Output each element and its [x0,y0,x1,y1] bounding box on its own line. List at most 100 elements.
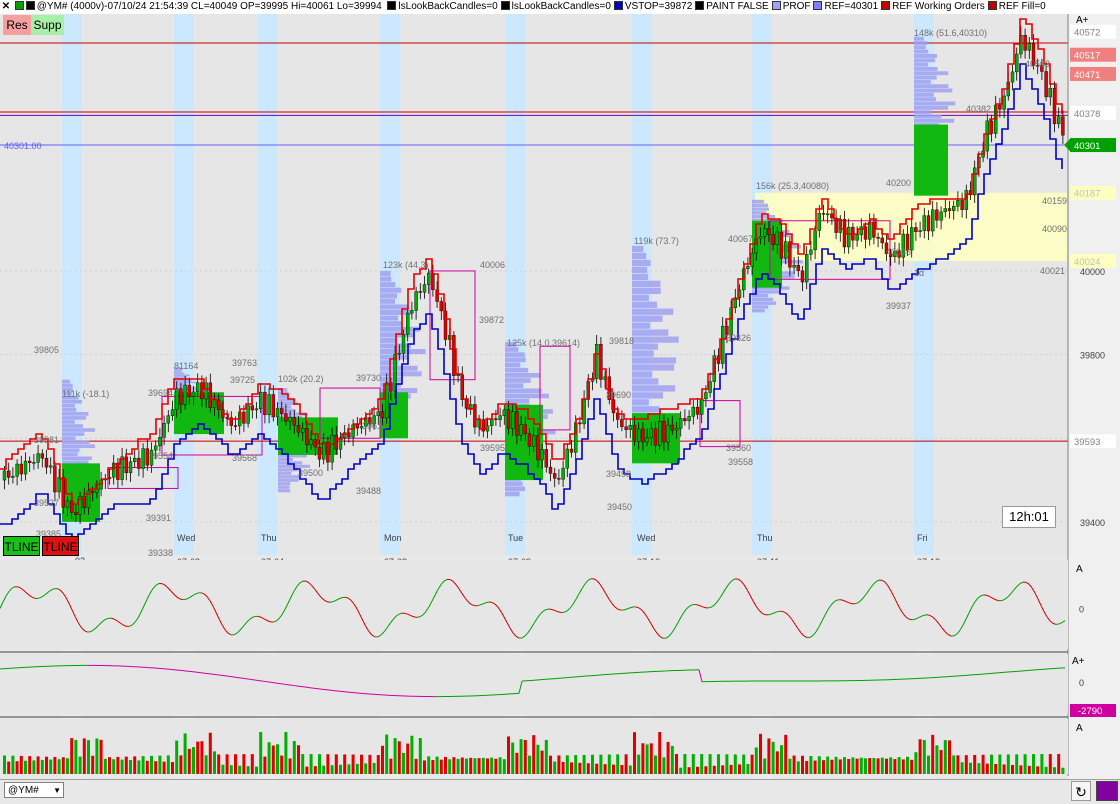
candle-up [129,462,132,473]
indicator-item[interactable]: lsLookBackCandles=0 [387,0,497,14]
close-icon[interactable]: ✕ [0,0,12,14]
oscillator-line [417,617,420,618]
volume-bar [763,759,766,774]
support-button[interactable]: Supp [31,15,64,35]
candle-down [1061,117,1064,136]
resistance-button[interactable]: Res [3,15,31,35]
price-chart[interactable]: 40301.0039805395813952739385393913933839… [0,14,1120,779]
session-day: Wed [177,533,195,543]
session-day: Thu [757,533,773,543]
oscillator-line [708,607,711,608]
color-button[interactable] [1096,781,1118,801]
volume-profile-bar [174,374,190,376]
chart-title: @YM# (4000v)-07/10/24 21:54:39 CL=40049 … [15,0,382,14]
price-label: 40067 [728,234,753,244]
candle-down [431,273,434,290]
volume-bar [108,757,111,774]
volume-profile-bar [632,253,646,259]
volume-bar [910,760,913,774]
volume-bar [238,766,241,774]
candle-up [944,208,947,211]
high-volume-box [914,125,948,196]
indicator-item[interactable]: REF Working Orders [881,0,985,14]
volume-bar [923,740,926,774]
volume-profile-bar [632,274,648,280]
candle-up [511,412,514,429]
indicator-item[interactable]: PROF [772,0,811,14]
candle-down [788,242,791,268]
refresh-button[interactable]: ↻ [1071,781,1091,801]
volume-bar [381,746,384,774]
volume-profile-bar [62,424,83,428]
volume-profile-bar [62,412,88,416]
price-label: 39694 [148,388,173,398]
volume-profile-bar [505,358,526,363]
volume-bar [1061,768,1064,774]
price-label: 39818 [609,336,634,346]
volume-profile-bar [62,384,73,388]
volume-profile-bar [914,71,948,75]
volume-bar [293,741,296,774]
volume-profile-bar [914,84,948,88]
candle-up [192,392,195,397]
indicator-item[interactable]: REF Fill=0 [988,0,1046,14]
volume-bar [818,756,821,774]
volume-bar [482,758,485,774]
volume-profile-bar [174,371,182,373]
volume-bar [461,757,464,774]
candle-down [179,389,182,405]
indicator-item[interactable]: VSTOP=39872 [614,0,692,14]
volume-bar [226,754,229,774]
volume-profile-bar [278,486,290,489]
candle-up [205,383,208,399]
volume-bar [494,759,497,774]
volume-bar [398,741,401,774]
swatch-icon [772,1,781,10]
volume-bar [125,757,128,774]
price-label: 40200 [886,178,911,188]
volume-bar [154,761,157,774]
volume-bar [188,749,191,774]
volume-bar [709,754,712,774]
indicator-item[interactable]: REF=40301 [813,0,878,14]
volume-bar [360,755,363,774]
candle-down [280,408,283,413]
volume-bar [158,756,161,774]
oscillator-line [180,599,183,600]
volume-profile-bar [505,373,540,378]
volume-bar [1049,754,1052,774]
price-tag-label: 40471 [1074,70,1100,81]
indicator-item[interactable]: PAINT FALSE [695,0,768,14]
candle-up [784,242,787,259]
candle-down [188,385,191,397]
volume-profile-bar [505,388,542,393]
candle-down [767,229,770,235]
volume-profile-bar [752,215,775,218]
volume-bar [982,755,985,774]
candle-up [255,409,258,410]
volume-profile-bar [174,373,184,375]
candle-up [721,326,724,363]
chevron-down-icon: ▼ [53,783,61,799]
volume-profile-bar [62,448,79,452]
volume-bar [11,756,14,774]
volume-profile-bar [632,350,654,356]
volume-bar [893,759,896,774]
tline-button-green[interactable]: TLINE [3,536,40,556]
candle-down [872,222,875,237]
tline-button-red[interactable]: TLINE [42,536,79,556]
volume-bar [881,758,884,774]
indicator-item[interactable]: lsLookBackCandles=0 [501,0,611,14]
candle-up [793,265,796,267]
volume-bar [423,760,426,774]
refresh-icon: ↻ [1075,784,1087,800]
volume-bar [902,759,905,774]
candle-down [1045,71,1048,96]
volume-bar [633,732,636,774]
candle-up [826,214,829,215]
volume-bar [578,763,581,774]
chart-window: ✕ @YM# (4000v)-07/10/24 21:54:39 CL=4004… [0,0,1120,803]
candle-up [402,334,405,353]
volume-bar [801,756,804,774]
symbol-select[interactable]: @YM#▼ [4,782,64,798]
